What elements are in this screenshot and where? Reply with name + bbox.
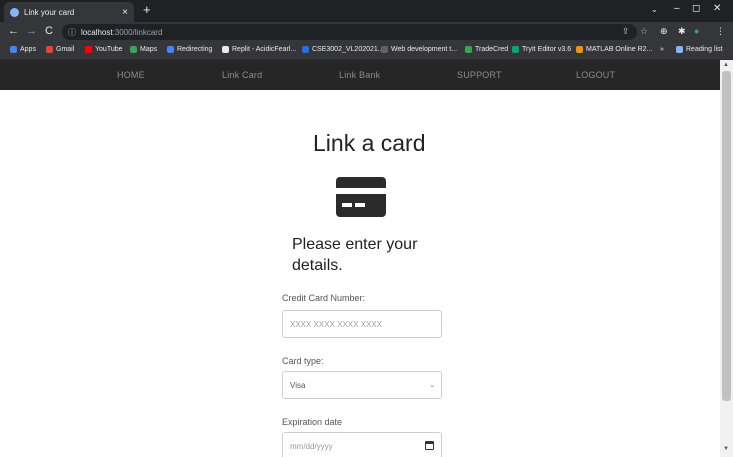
apps-icon <box>10 46 17 53</box>
scroll-up-icon[interactable]: ▲ <box>723 62 729 68</box>
card-type-select[interactable]: Visa ⌄ <box>282 371 442 399</box>
scroll-down-icon[interactable]: ▼ <box>723 446 729 452</box>
expiration-date-placeholder: mm/dd/yyyy <box>290 441 333 451</box>
maps-icon <box>130 46 137 53</box>
bookmark-redirecting[interactable]: Redirecting <box>167 46 212 53</box>
bookmark-tradecred[interactable]: TradeCred <box>465 46 508 53</box>
reading-list-icon <box>676 46 683 53</box>
reload-button[interactable]: C <box>45 25 53 37</box>
bookmark-reading-list[interactable]: Reading list <box>676 46 723 53</box>
back-button[interactable]: ← <box>8 25 19 37</box>
bookmark-maps[interactable]: Maps <box>130 46 157 53</box>
calendar-icon[interactable] <box>425 441 434 450</box>
minimize-button[interactable]: – <box>674 3 680 14</box>
linkedin-icon <box>302 46 309 53</box>
nav-logout[interactable]: LOGOUT <box>576 70 615 80</box>
redirect-icon <box>167 46 174 53</box>
tab-strip: Link your card × + ⌄ – ◻ ✕ <box>0 0 733 22</box>
scroll-thumb[interactable] <box>722 71 731 401</box>
matlab-icon <box>576 46 583 53</box>
expiration-date-input[interactable]: mm/dd/yyyy <box>282 432 442 457</box>
nav-link-bank[interactable]: Link Bank <box>339 70 380 80</box>
card-number-label: Credit Card Number: <box>282 293 366 303</box>
tab-link-your-card[interactable]: Link your card × <box>4 2 134 22</box>
page-scrollbar[interactable]: ▲ ▼ <box>720 60 733 457</box>
credit-card-icon <box>336 177 386 217</box>
bookmark-apps[interactable]: Apps <box>10 46 36 53</box>
nav-home[interactable]: HOME <box>117 70 145 80</box>
site-nav: HOME Link Card Link Bank SUPPORT LOGOUT <box>0 60 720 90</box>
bookmarks-overflow[interactable]: » <box>660 46 664 53</box>
expiration-date-label: Expiration date <box>282 417 343 427</box>
bookmark-cse3002[interactable]: CSE3002_VL202021... <box>302 46 384 53</box>
nav-link-card[interactable]: Link Card <box>222 70 262 80</box>
profile-avatar[interactable]: ● <box>694 26 699 36</box>
forward-button[interactable]: → <box>26 25 37 37</box>
maximize-button[interactable]: ◻ <box>692 3 700 14</box>
address-bar[interactable]: ⓘ localhost :3000/linkcard <box>62 24 637 40</box>
web-dev-icon <box>381 46 388 53</box>
address-host: localhost <box>81 27 113 37</box>
extension-icon[interactable]: ⊕ <box>660 26 668 37</box>
bookmark-replit[interactable]: Replit - AcidicFearl... <box>222 46 296 53</box>
tradecred-icon <box>465 46 472 53</box>
share-icon[interactable]: ⇪ <box>622 26 630 37</box>
browser-menu-icon[interactable]: ⋮ <box>716 26 725 37</box>
close-window-button[interactable]: ✕ <box>713 3 721 14</box>
tab-search-icon[interactable]: ⌄ <box>651 5 658 14</box>
browser-toolbar: ← → C ⓘ localhost :3000/linkcard ⇪ ☆ ⊕ ✱… <box>0 22 733 42</box>
tab-title: Link your card <box>24 7 75 17</box>
gmail-icon <box>46 46 53 53</box>
card-number-input[interactable] <box>282 310 442 338</box>
tab-close-icon[interactable]: × <box>122 7 128 18</box>
nav-support[interactable]: SUPPORT <box>457 70 502 80</box>
bookmark-tryit[interactable]: TryIt Editor v3.6 <box>512 46 571 53</box>
browser-window: Link your card × + ⌄ – ◻ ✕ ← → C ⓘ local… <box>0 0 733 457</box>
tryit-icon <box>512 46 519 53</box>
bookmark-youtube[interactable]: YouTube <box>85 46 123 53</box>
card-type-label: Card type: <box>282 356 324 366</box>
bookmark-gmail[interactable]: Gmail <box>46 46 74 53</box>
address-path: :3000/linkcard <box>112 27 163 37</box>
bookmark-star-icon[interactable]: ☆ <box>640 26 648 37</box>
puzzle-icon[interactable]: ✱ <box>678 26 686 37</box>
replit-icon <box>222 46 229 53</box>
bookmark-web-dev[interactable]: Web development t... <box>381 46 457 53</box>
chevron-down-icon: ⌄ <box>429 382 435 389</box>
page-title: Link a card <box>313 130 426 156</box>
new-tab-button[interactable]: + <box>143 3 151 17</box>
card-type-value: Visa <box>290 380 306 390</box>
form-subtitle: Please enter your details. <box>292 236 418 274</box>
youtube-icon <box>85 46 92 53</box>
site-info-icon[interactable]: ⓘ <box>68 27 76 38</box>
globe-icon <box>10 7 19 17</box>
bookmarks-bar: Apps Gmail YouTube Maps Redirecting Repl… <box>0 42 733 60</box>
bookmark-matlab[interactable]: MATLAB Online R2... <box>576 46 652 53</box>
